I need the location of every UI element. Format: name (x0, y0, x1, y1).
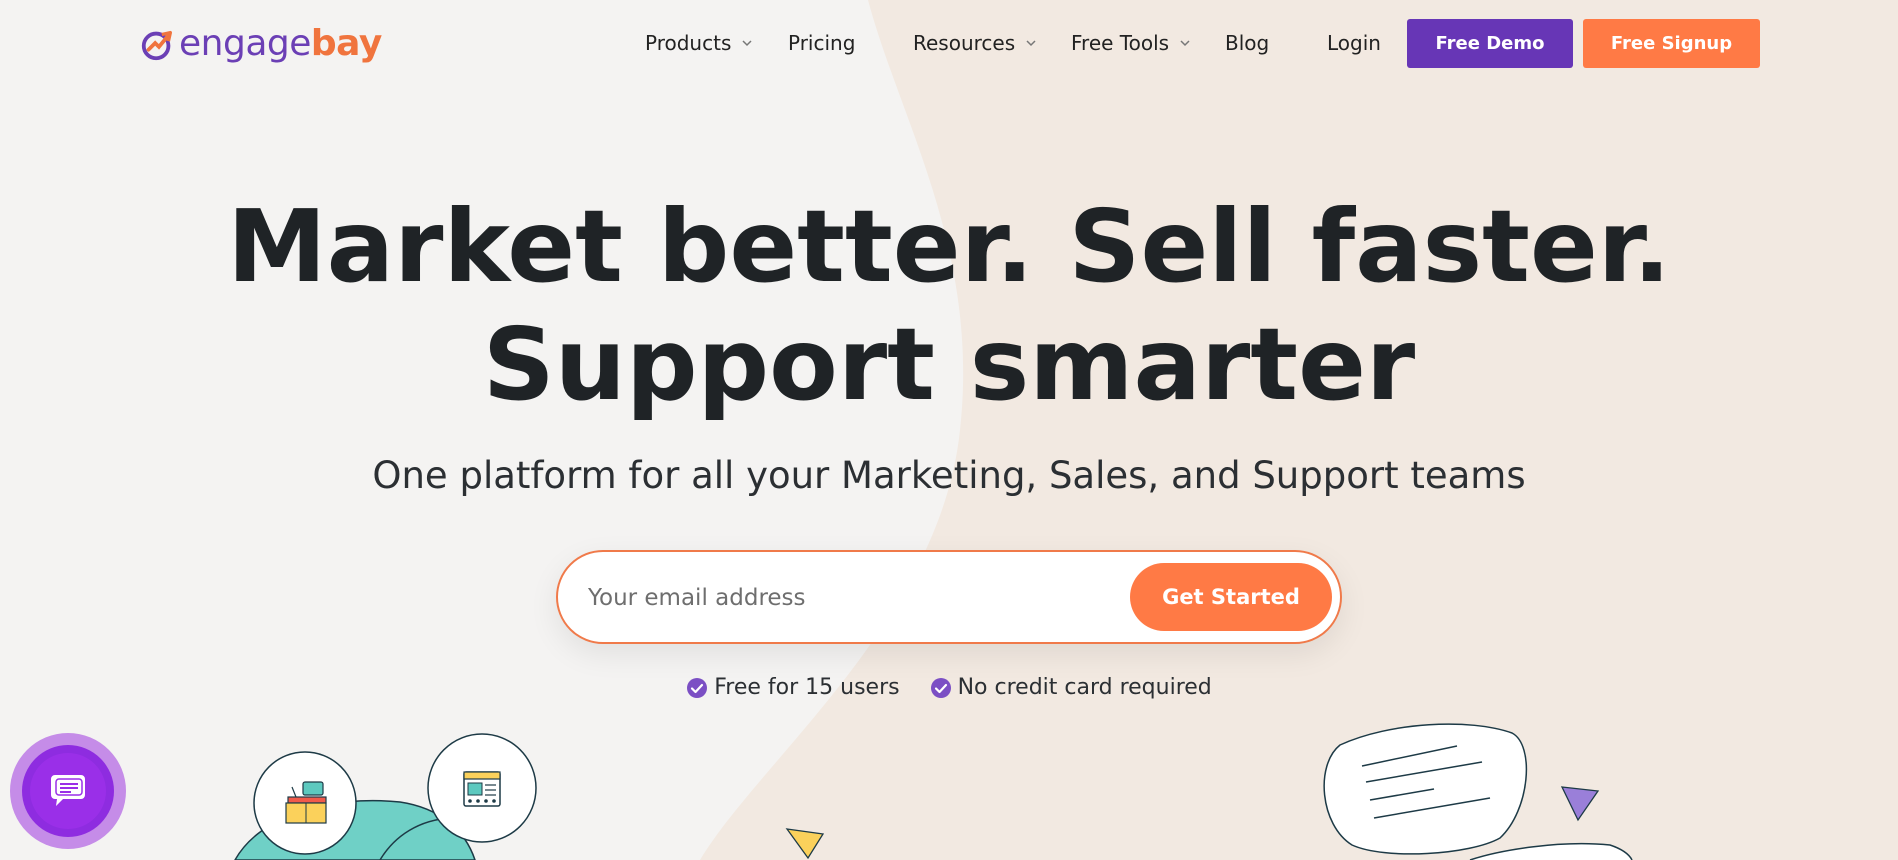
chevron-down-icon (1180, 40, 1190, 47)
perks-list: Free for 15 users No credit card require… (0, 675, 1898, 700)
chat-widget-button[interactable] (10, 733, 126, 849)
hero-title-line1: Market better. Sell faster. (227, 188, 1671, 305)
nav-item-login[interactable]: Login (1327, 22, 1381, 64)
nav-item-resources[interactable]: Resources (913, 22, 1037, 64)
chevron-down-icon (1026, 40, 1036, 47)
nav-item-label: Products (645, 31, 732, 55)
perk-item: Free for 15 users (686, 675, 900, 700)
background-decoration (700, 0, 1898, 860)
nav-item-label: Pricing (788, 31, 856, 55)
hero-title: Market better. Sell faster. Support smar… (0, 188, 1898, 424)
perk-label: No credit card required (957, 675, 1212, 700)
nav-item-label: Resources (913, 31, 1016, 55)
hero-subtitle: One platform for all your Marketing, Sal… (372, 454, 1526, 497)
hero-illustration (234, 723, 1633, 860)
nav-item-label: Free Tools (1071, 31, 1170, 55)
nav-item-blog[interactable]: Blog (1225, 22, 1269, 64)
nav-item-free-tools[interactable]: Free Tools (1071, 22, 1191, 64)
nav-item-pricing[interactable]: Pricing (788, 22, 855, 64)
purple-triangle-decoration (1560, 786, 1600, 822)
nav-item-products[interactable]: Products (645, 22, 753, 64)
perk-item: No credit card required (930, 675, 1212, 700)
free-signup-button[interactable]: Free Signup (1583, 19, 1760, 68)
chat-widget-ring (22, 745, 114, 837)
perk-label: Free for 15 users (714, 675, 900, 700)
get-started-button[interactable]: Get Started (1130, 563, 1332, 631)
site-header: engagebay Products Pricing Resources Fre… (0, 0, 1898, 86)
check-circle-icon (687, 677, 708, 698)
speech-bubble-decoration (1323, 723, 1633, 860)
chat-widget-core (30, 753, 106, 829)
email-input[interactable] (588, 570, 1088, 626)
desk-computer-icon (253, 751, 357, 855)
browser-window-icon (427, 733, 537, 843)
nav-item-label: Login (1327, 31, 1381, 55)
nav-item-label: Blog (1225, 31, 1270, 55)
chevron-down-icon (742, 40, 752, 47)
free-demo-button[interactable]: Free Demo (1407, 19, 1573, 68)
hero-title-line2: Support smarter (482, 306, 1416, 423)
email-signup-form: Get Started (556, 550, 1342, 644)
yellow-triangle-decoration (785, 828, 825, 860)
chat-bubble-icon (51, 775, 85, 806)
teal-blob-decoration (234, 799, 476, 860)
check-circle-icon (930, 677, 951, 698)
